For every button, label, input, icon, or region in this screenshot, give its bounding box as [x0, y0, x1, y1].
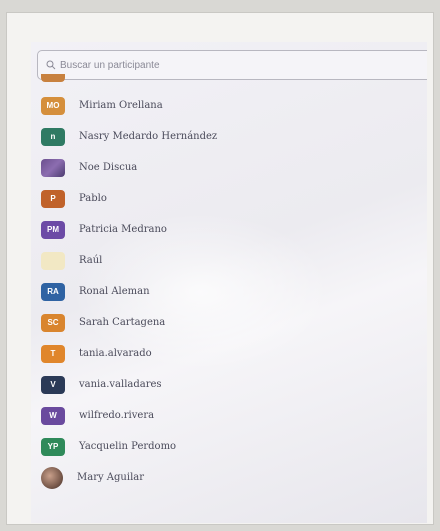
participant-item[interactable]: Raúl — [31, 245, 427, 276]
participant-name: Yacquelin Perdomo — [79, 441, 177, 452]
participant-item[interactable]: V vania.valladares — [31, 369, 427, 400]
avatar: SC — [41, 313, 65, 332]
participant-name: Pablo — [79, 193, 107, 204]
partial-avatar — [41, 74, 65, 82]
search-icon — [46, 60, 56, 70]
participant-item[interactable]: RA Ronal Aleman — [31, 276, 427, 307]
participant-name: Miriam Orellana — [79, 100, 163, 111]
avatar: T — [41, 344, 65, 363]
participant-item[interactable]: Mary Aguilar — [31, 462, 427, 493]
participants-panel: MO Miriam Orellana n Nasry Medardo Herná… — [31, 42, 427, 523]
avatar-photo — [41, 158, 65, 177]
search-input[interactable] — [60, 59, 390, 71]
participant-item[interactable]: Noe Discua — [31, 152, 427, 183]
participant-item[interactable]: MO Miriam Orellana — [31, 90, 427, 121]
avatar: W — [41, 406, 65, 425]
avatar-photo — [41, 466, 63, 489]
participant-name: Nasry Medardo Hernández — [79, 131, 218, 142]
participant-name: vania.valladares — [79, 379, 162, 390]
participant-name: Patricia Medrano — [79, 224, 167, 235]
participants-list: MO Miriam Orellana n Nasry Medardo Herná… — [31, 90, 427, 493]
participant-item[interactable]: W wilfredo.rivera — [31, 400, 427, 431]
participant-item[interactable]: SC Sarah Cartagena — [31, 307, 427, 338]
participant-name: Raúl — [79, 255, 103, 266]
avatar: RA — [41, 282, 65, 301]
participant-name: Mary Aguilar — [77, 472, 145, 483]
participant-name: Sarah Cartagena — [79, 317, 166, 328]
avatar: MO — [41, 96, 65, 115]
participant-name: Noe Discua — [79, 162, 138, 173]
avatar: P — [41, 189, 65, 208]
participant-name: wilfredo.rivera — [79, 410, 155, 421]
avatar — [41, 251, 65, 270]
participant-item[interactable]: T tania.alvarado — [31, 338, 427, 369]
avatar: n — [41, 127, 65, 146]
avatar: YP — [41, 437, 65, 456]
avatar: PM — [41, 220, 65, 239]
participant-name: Ronal Aleman — [79, 286, 150, 297]
participant-item[interactable]: YP Yacquelin Perdomo — [31, 431, 427, 462]
participant-item[interactable]: PM Patricia Medrano — [31, 214, 427, 245]
search-box[interactable] — [37, 50, 427, 80]
participant-item[interactable]: P Pablo — [31, 183, 427, 214]
avatar: V — [41, 375, 65, 394]
participant-item[interactable]: n Nasry Medardo Hernández — [31, 121, 427, 152]
participant-name: tania.alvarado — [79, 348, 152, 359]
